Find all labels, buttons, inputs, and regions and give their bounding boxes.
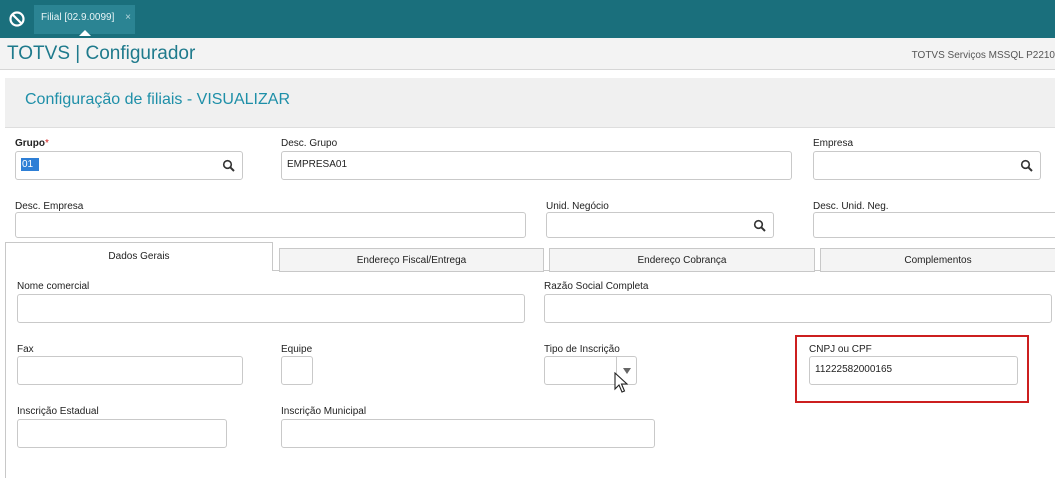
desc-unid-neg-field[interactable] (813, 212, 1055, 238)
tab-panel-border-left (5, 270, 6, 478)
equipe-label: Equipe (281, 344, 313, 355)
unid-negocio-label: Unid. Negócio (546, 201, 609, 212)
magnifier-icon[interactable] (222, 159, 236, 173)
close-icon[interactable]: × (125, 12, 131, 23)
desc-empresa-label: Desc. Empresa (15, 201, 84, 212)
totvs-logo-icon[interactable] (6, 8, 28, 30)
page-title: Configuração de filiais - VISUALIZAR (25, 91, 290, 108)
grupo-value: 01 (21, 158, 40, 171)
mouse-pointer-icon (614, 372, 628, 393)
window-tab-label: Filial [02.9.0099] (41, 12, 115, 23)
configurador-page: Filial [02.9.0099] × TOTVS | Configurado… (0, 0, 1055, 478)
tab-endereco-fiscal[interactable]: Endereço Fiscal/Entrega (279, 248, 544, 272)
razao-social-field[interactable] (544, 294, 1052, 323)
magnifier-icon[interactable] (1020, 159, 1034, 173)
tab-dados-gerais[interactable]: Dados Gerais (5, 242, 273, 271)
inscricao-estadual-label: Inscrição Estadual (17, 406, 99, 417)
unid-negocio-field[interactable] (546, 212, 774, 238)
tab-endereco-cobranca[interactable]: Endereço Cobrança (549, 248, 815, 272)
desc-empresa-field[interactable] (15, 212, 526, 238)
empresa-label: Empresa (813, 138, 854, 149)
equipe-field[interactable] (281, 356, 313, 385)
grupo-label: Grupo* (15, 138, 49, 149)
tipo-inscricao-label: Tipo de Inscrição (544, 344, 620, 355)
fax-label: Fax (17, 344, 34, 355)
desc-grupo-field[interactable]: EMPRESA01 (281, 151, 792, 180)
empresa-field[interactable] (813, 151, 1041, 180)
magnifier-icon[interactable] (753, 219, 767, 233)
desc-grupo-label: Desc. Grupo (281, 138, 338, 149)
server-info: TOTVS Serviços MSSQL P2210 (911, 50, 1055, 61)
grupo-field[interactable]: 01 (15, 151, 243, 180)
highlight-box (795, 335, 1029, 403)
razao-social-label: Razão Social Completa (544, 281, 649, 292)
fax-field[interactable] (17, 356, 243, 385)
inscricao-municipal-label: Inscrição Municipal (281, 406, 367, 417)
nome-comercial-label: Nome comercial (17, 281, 90, 292)
tab-complementos[interactable]: Complementos (820, 248, 1055, 272)
desc-unid-neg-label: Desc. Unid. Neg. (813, 201, 889, 212)
active-tab-indicator (79, 30, 91, 36)
inscricao-municipal-field[interactable] (281, 419, 655, 448)
top-bar: Filial [02.9.0099] × (0, 0, 1055, 38)
nome-comercial-field[interactable] (17, 294, 525, 323)
app-title: TOTVS | Configurador (7, 43, 196, 64)
inscricao-estadual-field[interactable] (17, 419, 227, 448)
page-title-band: Configuração de filiais - VISUALIZAR (5, 78, 1055, 128)
app-header: TOTVS | Configurador TOTVS Serviços MSSQ… (0, 38, 1055, 70)
